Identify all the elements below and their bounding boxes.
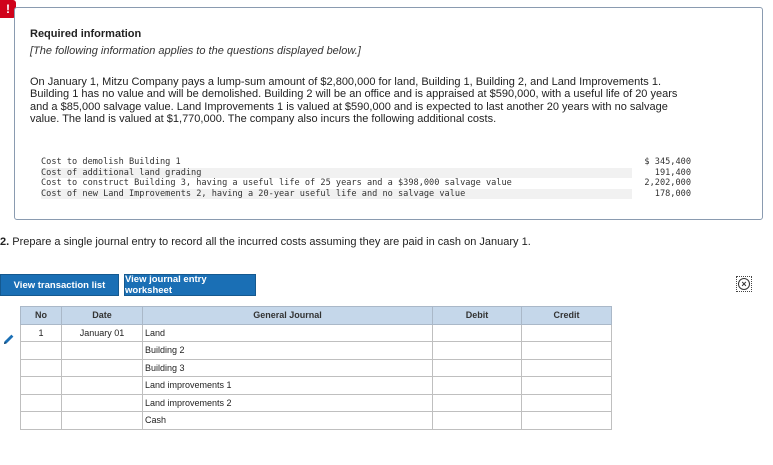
journal-row: Cash (20, 411, 612, 430)
header-debit: Debit (432, 306, 522, 325)
credit-cell[interactable] (521, 393, 612, 412)
credit-cell[interactable] (521, 376, 612, 395)
question-prompt: 2. Prepare a single journal entry to rec… (0, 236, 531, 248)
question-text: Prepare a single journal entry to record… (9, 236, 531, 248)
info-subtitle: [The following information applies to th… (30, 45, 361, 57)
account-cell[interactable]: Land improvements 1 (142, 376, 433, 395)
credit-cell[interactable] (521, 411, 612, 430)
cost-description: Cost to demolish Building 1 (41, 157, 633, 168)
cost-description: Cost of new Land Improvements 2, having … (41, 188, 633, 199)
cost-row: Cost of new Land Improvements 2, having … (41, 188, 691, 199)
debit-cell[interactable] (432, 376, 522, 395)
credit-cell[interactable] (521, 358, 612, 377)
pencil-icon[interactable] (3, 333, 15, 345)
entry-date: January 01 (61, 323, 143, 342)
cost-description: Cost of additional land grading (41, 167, 633, 178)
cost-amount: 191,400 (654, 167, 691, 178)
journal-row: Building 3 (20, 358, 612, 377)
debit-cell[interactable] (432, 358, 522, 377)
journal-header-row: No Date General Journal Debit Credit (20, 306, 612, 325)
account-cell[interactable]: Building 2 (142, 341, 433, 360)
account-cell[interactable]: Cash (142, 411, 433, 430)
cost-description: Cost to construct Building 3, having a u… (41, 178, 633, 189)
credit-cell[interactable] (521, 341, 612, 360)
additional-costs-table: Cost to demolish Building 1 $ 345,400 Co… (41, 157, 691, 199)
cost-row: Cost of additional land grading 191,400 (41, 167, 691, 178)
cost-row: Cost to construct Building 3, having a u… (41, 178, 691, 189)
view-transaction-list-button[interactable]: View transaction list (0, 274, 119, 296)
journal-row: Land improvements 2 (20, 393, 612, 412)
close-circle-icon[interactable]: × (736, 276, 752, 292)
cost-amount: $ 345,400 (644, 157, 691, 167)
problem-description: On January 1, Mitzu Company pays a lump-… (30, 76, 678, 126)
question-number: 2. (0, 236, 10, 248)
journal-row: Building 2 (20, 341, 612, 360)
debit-cell[interactable] (432, 323, 522, 342)
header-no: No (20, 306, 62, 325)
account-cell[interactable]: Land (142, 323, 433, 342)
general-journal-table: No Date General Journal Debit Credit 1 J… (20, 306, 612, 430)
journal-row: Land improvements 1 (20, 376, 612, 395)
header-credit: Credit (521, 306, 612, 325)
header-general-journal: General Journal (142, 306, 433, 325)
journal-row: 1 January 01 Land (20, 323, 612, 342)
required-information-panel: Required information [The following info… (14, 7, 763, 220)
debit-cell[interactable] (432, 393, 522, 412)
account-cell[interactable]: Building 3 (142, 358, 433, 377)
view-journal-entry-worksheet-button[interactable]: View journal entry worksheet (124, 274, 256, 296)
credit-cell[interactable] (521, 323, 612, 342)
info-title: Required information (30, 28, 142, 40)
debit-cell[interactable] (432, 341, 522, 360)
header-date: Date (61, 306, 143, 325)
account-cell[interactable]: Land improvements 2 (142, 393, 433, 412)
entry-number: 1 (20, 323, 62, 342)
cost-amount: 178,000 (654, 188, 691, 199)
cost-row: Cost to demolish Building 1 $ 345,400 (41, 157, 691, 168)
cost-amount: 2,202,000 (644, 178, 691, 188)
debit-cell[interactable] (432, 411, 522, 430)
